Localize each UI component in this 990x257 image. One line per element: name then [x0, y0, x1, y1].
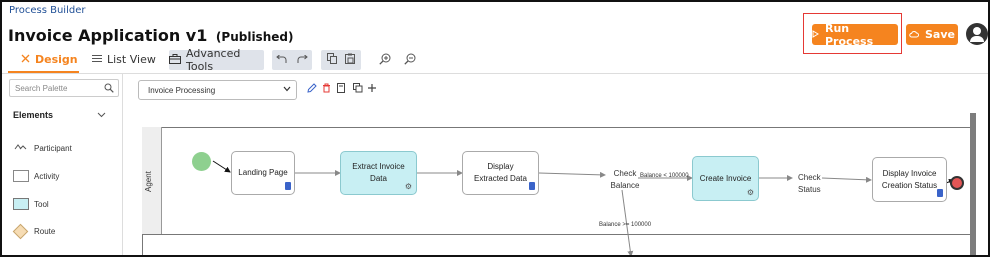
- gear-icon: ⚙: [404, 182, 412, 191]
- gear-icon: ⚙: [746, 188, 754, 197]
- node-extract-invoice-data[interactable]: Extract Invoice Data ⚙: [340, 151, 417, 195]
- start-event[interactable]: [192, 152, 211, 171]
- node-label: Display Invoice Creation Status: [881, 168, 938, 190]
- node-label: Display Extracted Data: [474, 162, 527, 183]
- edge-label-balance-greater-equal: Balance >= 100000: [599, 222, 652, 228]
- node-landing-page[interactable]: Landing Page: [231, 151, 295, 195]
- flow-connectors: [212, 160, 955, 255]
- gateway-check-balance[interactable]: Check Balance: [608, 168, 642, 192]
- node-label: Create Invoice: [699, 173, 752, 183]
- document-icon: [285, 182, 291, 190]
- node-create-invoice[interactable]: Create Invoice ⚙: [692, 156, 759, 201]
- node-display-extracted-data[interactable]: Display Extracted Data: [462, 151, 539, 195]
- node-display-invoice-creation-status[interactable]: Display Invoice Creation Status: [872, 157, 947, 202]
- end-event[interactable]: [950, 176, 964, 190]
- document-icon: [937, 189, 943, 197]
- document-icon: [529, 182, 535, 190]
- app-window: Process Builder Invoice Application v1 (…: [0, 0, 990, 257]
- gateway-check-status[interactable]: Check Status: [798, 172, 824, 196]
- node-label: Landing Page: [238, 168, 288, 177]
- edge-label-balance-less: Balance < 100000: [640, 173, 689, 179]
- node-label: Extract Invoice Data: [352, 162, 405, 183]
